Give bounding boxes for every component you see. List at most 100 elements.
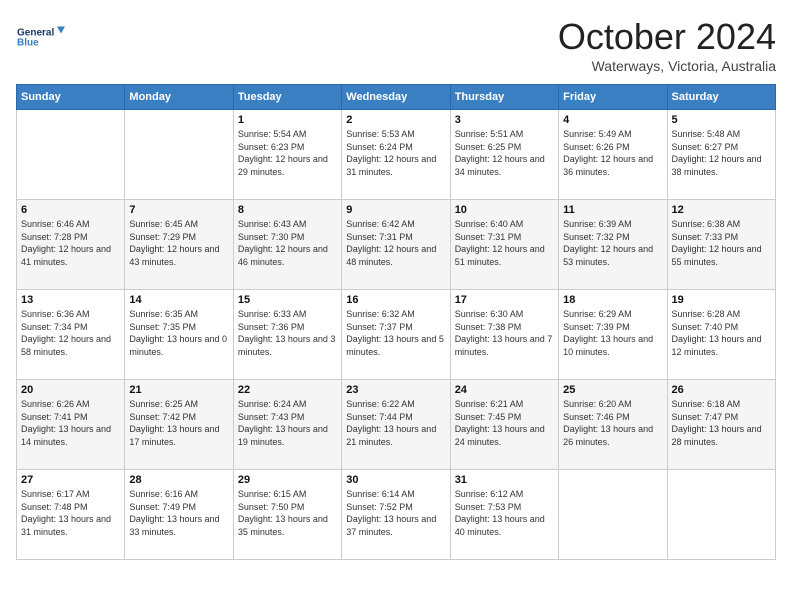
day-number: 9 <box>346 204 445 216</box>
day-number: 1 <box>238 114 337 126</box>
calendar-cell: 3 Sunrise: 5:51 AMSunset: 6:25 PMDayligh… <box>450 110 558 200</box>
day-number: 13 <box>21 294 120 306</box>
day-info: Sunrise: 6:35 AMSunset: 7:35 PMDaylight:… <box>129 308 228 358</box>
day-info: Sunrise: 6:45 AMSunset: 7:29 PMDaylight:… <box>129 218 228 268</box>
day-header-saturday: Saturday <box>667 85 775 110</box>
title-area: October 2024 Waterways, Victoria, Austra… <box>558 16 776 74</box>
day-info: Sunrise: 6:42 AMSunset: 7:31 PMDaylight:… <box>346 218 445 268</box>
calendar-cell <box>559 470 667 560</box>
calendar-cell: 25 Sunrise: 6:20 AMSunset: 7:46 PMDaylig… <box>559 380 667 470</box>
day-number: 23 <box>346 384 445 396</box>
calendar-cell: 28 Sunrise: 6:16 AMSunset: 7:49 PMDaylig… <box>125 470 233 560</box>
day-info: Sunrise: 6:32 AMSunset: 7:37 PMDaylight:… <box>346 308 445 358</box>
day-number: 7 <box>129 204 228 216</box>
day-info: Sunrise: 6:21 AMSunset: 7:45 PMDaylight:… <box>455 398 554 448</box>
week-row-2: 6 Sunrise: 6:46 AMSunset: 7:28 PMDayligh… <box>17 200 776 290</box>
day-number: 16 <box>346 294 445 306</box>
day-info: Sunrise: 6:22 AMSunset: 7:44 PMDaylight:… <box>346 398 445 448</box>
calendar-cell: 22 Sunrise: 6:24 AMSunset: 7:43 PMDaylig… <box>233 380 341 470</box>
day-number: 11 <box>563 204 662 216</box>
day-info: Sunrise: 6:15 AMSunset: 7:50 PMDaylight:… <box>238 488 337 538</box>
day-number: 25 <box>563 384 662 396</box>
day-info: Sunrise: 6:25 AMSunset: 7:42 PMDaylight:… <box>129 398 228 448</box>
calendar-cell: 4 Sunrise: 5:49 AMSunset: 6:26 PMDayligh… <box>559 110 667 200</box>
day-number: 27 <box>21 474 120 486</box>
day-number: 5 <box>672 114 771 126</box>
day-info: Sunrise: 5:51 AMSunset: 6:25 PMDaylight:… <box>455 128 554 178</box>
svg-text:General: General <box>17 28 54 39</box>
day-info: Sunrise: 6:38 AMSunset: 7:33 PMDaylight:… <box>672 218 771 268</box>
calendar-cell: 13 Sunrise: 6:36 AMSunset: 7:34 PMDaylig… <box>17 290 125 380</box>
location: Waterways, Victoria, Australia <box>558 58 776 74</box>
day-number: 30 <box>346 474 445 486</box>
week-row-4: 20 Sunrise: 6:26 AMSunset: 7:41 PMDaylig… <box>17 380 776 470</box>
day-number: 15 <box>238 294 337 306</box>
calendar-cell: 29 Sunrise: 6:15 AMSunset: 7:50 PMDaylig… <box>233 470 341 560</box>
day-number: 29 <box>238 474 337 486</box>
day-info: Sunrise: 5:49 AMSunset: 6:26 PMDaylight:… <box>563 128 662 178</box>
calendar-cell: 6 Sunrise: 6:46 AMSunset: 7:28 PMDayligh… <box>17 200 125 290</box>
day-header-friday: Friday <box>559 85 667 110</box>
calendar-cell: 21 Sunrise: 6:25 AMSunset: 7:42 PMDaylig… <box>125 380 233 470</box>
day-info: Sunrise: 6:43 AMSunset: 7:30 PMDaylight:… <box>238 218 337 268</box>
calendar-cell: 14 Sunrise: 6:35 AMSunset: 7:35 PMDaylig… <box>125 290 233 380</box>
calendar-cell: 17 Sunrise: 6:30 AMSunset: 7:38 PMDaylig… <box>450 290 558 380</box>
day-info: Sunrise: 6:18 AMSunset: 7:47 PMDaylight:… <box>672 398 771 448</box>
calendar-cell: 18 Sunrise: 6:29 AMSunset: 7:39 PMDaylig… <box>559 290 667 380</box>
day-number: 3 <box>455 114 554 126</box>
day-number: 18 <box>563 294 662 306</box>
day-info: Sunrise: 6:12 AMSunset: 7:53 PMDaylight:… <box>455 488 554 538</box>
calendar-cell <box>125 110 233 200</box>
day-number: 17 <box>455 294 554 306</box>
day-number: 10 <box>455 204 554 216</box>
day-number: 20 <box>21 384 120 396</box>
day-info: Sunrise: 6:24 AMSunset: 7:43 PMDaylight:… <box>238 398 337 448</box>
day-info: Sunrise: 6:20 AMSunset: 7:46 PMDaylight:… <box>563 398 662 448</box>
calendar-cell: 16 Sunrise: 6:32 AMSunset: 7:37 PMDaylig… <box>342 290 450 380</box>
month-title: October 2024 <box>558 16 776 58</box>
logo-svg: General Blue <box>16 16 66 58</box>
header-row: SundayMondayTuesdayWednesdayThursdayFrid… <box>17 85 776 110</box>
calendar-cell: 8 Sunrise: 6:43 AMSunset: 7:30 PMDayligh… <box>233 200 341 290</box>
day-number: 4 <box>563 114 662 126</box>
day-info: Sunrise: 6:30 AMSunset: 7:38 PMDaylight:… <box>455 308 554 358</box>
calendar-cell: 24 Sunrise: 6:21 AMSunset: 7:45 PMDaylig… <box>450 380 558 470</box>
page-header: General Blue October 2024 Waterways, Vic… <box>16 16 776 74</box>
day-number: 28 <box>129 474 228 486</box>
day-info: Sunrise: 6:40 AMSunset: 7:31 PMDaylight:… <box>455 218 554 268</box>
day-number: 21 <box>129 384 228 396</box>
day-info: Sunrise: 6:33 AMSunset: 7:36 PMDaylight:… <box>238 308 337 358</box>
day-header-tuesday: Tuesday <box>233 85 341 110</box>
calendar-cell: 7 Sunrise: 6:45 AMSunset: 7:29 PMDayligh… <box>125 200 233 290</box>
day-info: Sunrise: 6:46 AMSunset: 7:28 PMDaylight:… <box>21 218 120 268</box>
day-info: Sunrise: 6:26 AMSunset: 7:41 PMDaylight:… <box>21 398 120 448</box>
calendar-cell: 23 Sunrise: 6:22 AMSunset: 7:44 PMDaylig… <box>342 380 450 470</box>
calendar-cell: 1 Sunrise: 5:54 AMSunset: 6:23 PMDayligh… <box>233 110 341 200</box>
day-number: 2 <box>346 114 445 126</box>
calendar-cell: 31 Sunrise: 6:12 AMSunset: 7:53 PMDaylig… <box>450 470 558 560</box>
day-info: Sunrise: 5:53 AMSunset: 6:24 PMDaylight:… <box>346 128 445 178</box>
week-row-5: 27 Sunrise: 6:17 AMSunset: 7:48 PMDaylig… <box>17 470 776 560</box>
week-row-3: 13 Sunrise: 6:36 AMSunset: 7:34 PMDaylig… <box>17 290 776 380</box>
calendar-cell: 12 Sunrise: 6:38 AMSunset: 7:33 PMDaylig… <box>667 200 775 290</box>
calendar-table: SundayMondayTuesdayWednesdayThursdayFrid… <box>16 84 776 560</box>
day-info: Sunrise: 6:36 AMSunset: 7:34 PMDaylight:… <box>21 308 120 358</box>
day-info: Sunrise: 6:28 AMSunset: 7:40 PMDaylight:… <box>672 308 771 358</box>
day-info: Sunrise: 6:14 AMSunset: 7:52 PMDaylight:… <box>346 488 445 538</box>
day-info: Sunrise: 6:39 AMSunset: 7:32 PMDaylight:… <box>563 218 662 268</box>
calendar-cell: 5 Sunrise: 5:48 AMSunset: 6:27 PMDayligh… <box>667 110 775 200</box>
day-header-sunday: Sunday <box>17 85 125 110</box>
day-header-monday: Monday <box>125 85 233 110</box>
calendar-cell: 10 Sunrise: 6:40 AMSunset: 7:31 PMDaylig… <box>450 200 558 290</box>
svg-text:Blue: Blue <box>17 38 39 49</box>
calendar-cell: 19 Sunrise: 6:28 AMSunset: 7:40 PMDaylig… <box>667 290 775 380</box>
logo: General Blue <box>16 16 66 58</box>
week-row-1: 1 Sunrise: 5:54 AMSunset: 6:23 PMDayligh… <box>17 110 776 200</box>
day-number: 31 <box>455 474 554 486</box>
day-number: 14 <box>129 294 228 306</box>
day-header-wednesday: Wednesday <box>342 85 450 110</box>
calendar-cell: 26 Sunrise: 6:18 AMSunset: 7:47 PMDaylig… <box>667 380 775 470</box>
day-info: Sunrise: 6:16 AMSunset: 7:49 PMDaylight:… <box>129 488 228 538</box>
calendar-cell: 20 Sunrise: 6:26 AMSunset: 7:41 PMDaylig… <box>17 380 125 470</box>
day-number: 26 <box>672 384 771 396</box>
